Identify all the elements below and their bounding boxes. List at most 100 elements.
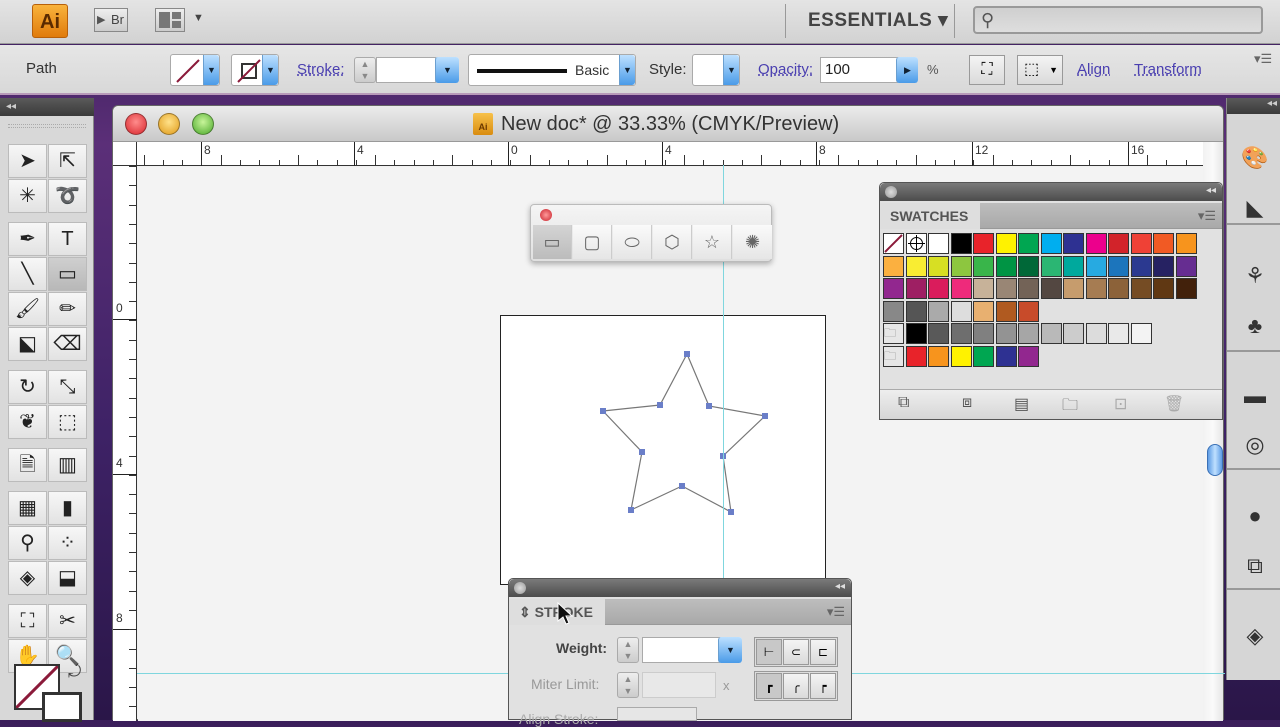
gray-swatch[interactable] — [950, 323, 972, 344]
stroke-indicator[interactable] — [42, 692, 82, 722]
live-paint-bucket-tool[interactable]: ◈ — [8, 561, 47, 595]
rounded-rectangle-tool-button[interactable]: ▢ — [573, 225, 612, 259]
lasso-tool[interactable]: ➰ — [48, 179, 87, 213]
swatch[interactable] — [1130, 278, 1152, 299]
go-to-bridge-button[interactable]: Br — [94, 8, 128, 32]
swatch[interactable] — [1175, 255, 1197, 277]
bright-swatch[interactable] — [995, 345, 1017, 367]
projecting-cap-icon[interactable]: ⊏ — [810, 639, 836, 665]
eraser-tool[interactable]: ⌫ — [48, 327, 87, 361]
gradient-swatch[interactable] — [928, 300, 949, 322]
swatch[interactable] — [1018, 255, 1039, 277]
swatch[interactable] — [1040, 255, 1062, 277]
gradient-icon[interactable]: ▬ — [1241, 382, 1269, 410]
blob-brush-tool[interactable]: ⬕ — [8, 327, 47, 361]
swatch[interactable] — [883, 278, 904, 299]
graphic-styles-icon[interactable]: ⧉ — [1241, 552, 1269, 580]
symbol-sprayer-tool[interactable]: 🗎 — [8, 448, 47, 482]
swatch[interactable] — [1175, 233, 1197, 254]
vertical-ruler[interactable]: 0 4 8 — [113, 166, 137, 721]
graphic-style-dropdown[interactable]: ▼ — [692, 54, 740, 86]
panel-menu-icon[interactable]: ▾☰ — [827, 604, 845, 620]
line-segment-tool[interactable]: ╲ — [8, 257, 47, 291]
show-swatch-kinds-icon[interactable]: ⧈ — [962, 394, 972, 412]
horizontal-ruler[interactable]: 8 4 0 4 8 12 16 — [137, 142, 1203, 166]
color-icon[interactable]: 🎨 — [1241, 144, 1269, 172]
swatch[interactable] — [1153, 233, 1174, 254]
gray-swatch[interactable] — [1108, 323, 1129, 344]
bright-swatch[interactable] — [1018, 345, 1039, 367]
bright-swatch[interactable] — [905, 345, 927, 367]
chevron-down-icon[interactable]: ▼ — [193, 12, 204, 24]
panel-grip[interactable] — [8, 124, 86, 128]
minimize-window-button[interactable] — [158, 113, 180, 135]
miter-join-icon[interactable]: ┏ — [756, 673, 782, 699]
swatch[interactable] — [995, 233, 1017, 254]
swatch[interactable] — [1063, 278, 1084, 299]
swatch[interactable] — [1018, 278, 1039, 299]
new-swatch-icon[interactable]: ⊡ — [1114, 394, 1127, 414]
stroke-weight-dropdown[interactable]: ▼ — [435, 57, 459, 83]
control-bar-menu-icon[interactable]: ▾☰ — [1254, 51, 1272, 67]
round-cap-icon[interactable]: ⊂ — [783, 639, 809, 665]
weight-stepper[interactable]: ▲ ▼ — [617, 637, 639, 663]
swatch[interactable] — [905, 255, 927, 277]
swatch[interactable] — [905, 278, 927, 299]
transparency-icon[interactable]: ◎ — [1241, 431, 1269, 459]
free-transform-tool[interactable]: ⬚ — [48, 405, 87, 439]
rectangle-tool[interactable]: ▭ — [48, 257, 87, 291]
isolate-group-icon[interactable]: ⛶ — [969, 55, 1005, 85]
gray-swatch[interactable] — [1063, 323, 1084, 344]
close-window-button[interactable] — [125, 113, 147, 135]
panel-header[interactable]: ◂◂ — [509, 579, 851, 597]
swatch[interactable] — [883, 233, 904, 254]
help-search-input[interactable]: ⚲ — [973, 6, 1263, 34]
gray-swatch[interactable] — [1040, 323, 1062, 344]
bright-swatch[interactable] — [973, 345, 994, 367]
swatch[interactable] — [1018, 233, 1039, 254]
close-flyout-button[interactable] — [540, 209, 552, 221]
swatch[interactable] — [1108, 233, 1129, 254]
stroke-weight-input[interactable] — [376, 57, 436, 83]
swatch[interactable] — [1085, 278, 1107, 299]
swatch[interactable] — [973, 278, 994, 299]
vertical-guide[interactable] — [723, 315, 724, 585]
swatch[interactable] — [1040, 278, 1062, 299]
close-panel-button[interactable] — [514, 582, 526, 594]
swatch[interactable] — [928, 255, 949, 277]
new-color-group-icon[interactable]: 🗀 — [1062, 394, 1078, 421]
opacity-panel-link[interactable]: Opacity: — [758, 61, 813, 78]
appearance-icon[interactable]: ● — [1241, 502, 1269, 530]
scrollbar-thumb[interactable] — [1207, 444, 1223, 476]
swatch-libraries-icon[interactable]: ⧉ — [898, 394, 909, 412]
swatch[interactable] — [1063, 255, 1084, 277]
star-path[interactable] — [501, 316, 827, 586]
swatch[interactable] — [928, 278, 949, 299]
rectangle-tool-button[interactable]: ▭ — [533, 225, 572, 259]
swatch[interactable] — [1153, 255, 1174, 277]
zoom-window-button[interactable] — [192, 113, 214, 135]
close-panel-button[interactable] — [885, 186, 897, 198]
brush-definition-dropdown[interactable]: Basic ▼ — [468, 54, 636, 86]
gray-swatch[interactable] — [1018, 323, 1039, 344]
slice-tool[interactable]: ✂ — [48, 604, 87, 638]
weight-input[interactable] — [642, 637, 720, 663]
type-tool[interactable]: T — [48, 222, 87, 256]
swatch[interactable] — [1085, 233, 1107, 254]
magic-wand-tool[interactable]: ✳ — [8, 179, 47, 213]
arrange-documents-button[interactable] — [155, 8, 185, 32]
symbols-icon[interactable]: ♣ — [1241, 312, 1269, 340]
gradient-swatch[interactable] — [950, 300, 972, 322]
miter-limit-stepper[interactable]: ▲ ▼ — [617, 672, 639, 698]
swatch[interactable] — [1040, 233, 1062, 254]
swatch[interactable] — [1130, 255, 1152, 277]
pencil-tool[interactable]: ✏ — [48, 292, 87, 326]
ellipse-tool-button[interactable]: ⬭ — [613, 225, 652, 259]
artboard-tool[interactable]: ⛶ — [8, 604, 47, 638]
gray-swatch[interactable] — [1130, 323, 1152, 344]
collapse-dock-icon[interactable]: ◂◂ — [1227, 98, 1280, 114]
flare-tool-button[interactable]: ✺ — [733, 225, 772, 259]
swatch[interactable] — [928, 233, 949, 254]
pen-tool[interactable]: ✒ — [8, 222, 47, 256]
trash-icon[interactable]: 🗑 — [1164, 394, 1184, 414]
